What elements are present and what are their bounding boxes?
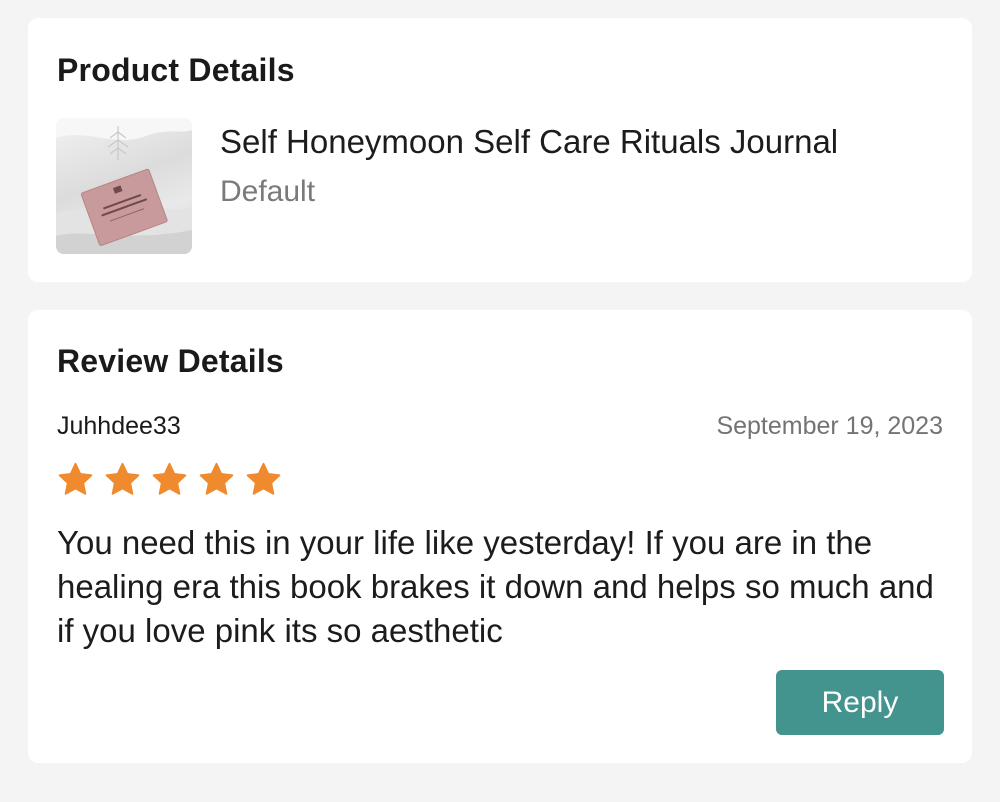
star-icon: [152, 462, 187, 495]
reviewer-name: Juhhdee33: [57, 412, 181, 440]
product-variant: Default: [220, 175, 316, 208]
star-icon: [58, 462, 93, 495]
star-rating: [57, 461, 282, 498]
reply-button[interactable]: Reply: [776, 670, 944, 735]
star-icon: [105, 462, 140, 495]
review-date: September 19, 2023: [716, 412, 943, 440]
product-image: [56, 118, 192, 254]
product-details-title: Product Details: [57, 52, 295, 88]
product-photo-icon: [56, 118, 192, 254]
star-icon: [199, 462, 234, 495]
review-details-card: Review Details Juhhdee33 September 19, 2…: [28, 310, 972, 763]
product-details-card: Product Details Self Honeymoon Self Care…: [28, 18, 972, 282]
review-details-title: Review Details: [57, 343, 284, 379]
star-icon: [246, 462, 281, 495]
product-name: Self Honeymoon Self Care Rituals Journal: [220, 123, 839, 160]
review-text: You need this in your life like yesterda…: [57, 524, 934, 649]
